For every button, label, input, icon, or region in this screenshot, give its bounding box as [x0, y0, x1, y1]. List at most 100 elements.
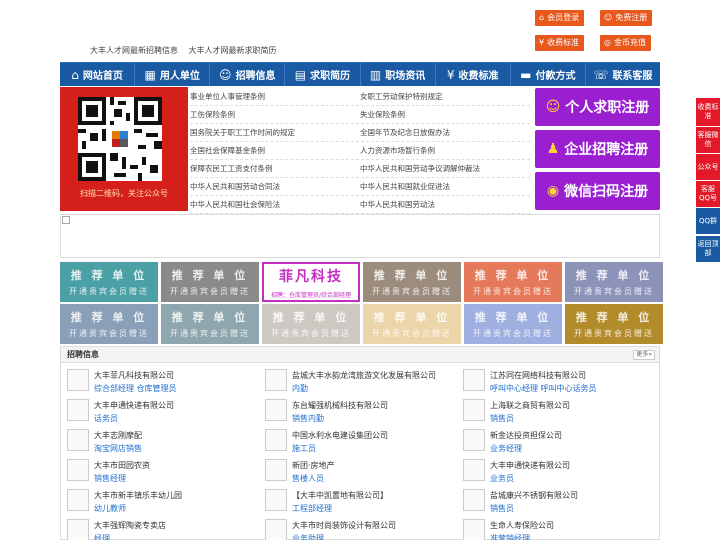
company-name[interactable]: 盐城大丰水韵龙湾旅游文化发展有限公司 — [292, 370, 436, 381]
company-name[interactable]: 上海联之商贸有限公司 — [490, 400, 570, 411]
company-logo[interactable] — [463, 369, 485, 391]
recommend-card[interactable]: 推 荐 单 位开通贵宾会员赠送 — [565, 262, 663, 302]
company-name[interactable]: 江苏同在网络科技有限公司 — [490, 370, 586, 381]
side-official-account-button[interactable]: 公众号 — [696, 154, 720, 180]
company-name[interactable]: 【大丰中凯置地有限公司】 — [292, 490, 388, 501]
law-link[interactable]: 全国社会保障基金条例 — [190, 142, 360, 159]
job-positions[interactable]: 幼儿教师 — [94, 503, 126, 514]
job-positions[interactable]: 工程部经理 — [292, 503, 332, 514]
fee-standard-button[interactable]: ¥ 收费标准 — [535, 35, 585, 51]
latest-jobs-link[interactable]: 大丰人才网最新招聘信息 — [90, 46, 178, 55]
company-name[interactable]: 新金达投资担保公司 — [490, 430, 562, 441]
company-logo[interactable] — [67, 489, 89, 511]
company-name[interactable]: 大丰强辉陶瓷专卖店 — [94, 520, 166, 531]
law-link[interactable]: 中华人民共和国劳动争议调解仲裁法 — [360, 160, 530, 177]
login-button[interactable]: ⌂ 会员登录 — [535, 10, 585, 26]
company-name[interactable]: 新团·房地产 — [292, 460, 335, 471]
recommend-card[interactable]: 推 荐 单 位开通贵宾会员赠送 — [363, 304, 461, 344]
company-logo[interactable] — [463, 459, 485, 481]
company-name[interactable]: 大丰市田园农资 — [94, 460, 150, 471]
law-link[interactable]: 全国年节及纪念日放假办法 — [360, 124, 530, 141]
company-name[interactable]: 大丰申通快递有限公司 — [490, 460, 570, 471]
nav-service[interactable]: ☏ 联系客服 — [586, 63, 660, 86]
company-logo[interactable] — [463, 429, 485, 451]
featured-company-card[interactable]: 菲凡科技 招聘：仓库管理员/综合部经理 — [262, 262, 360, 302]
job-positions[interactable]: 售楼人员 — [292, 473, 324, 484]
company-name[interactable]: 大丰市新丰镇乐丰幼儿园 — [94, 490, 182, 501]
company-logo[interactable] — [265, 459, 287, 481]
job-positions[interactable]: 销售员 — [490, 503, 514, 514]
company-logo[interactable] — [67, 519, 89, 540]
job-positions[interactable]: 业务助理 — [292, 533, 324, 540]
recommend-card[interactable]: 推 荐 单 位开通贵宾会员赠送 — [464, 304, 562, 344]
law-link[interactable]: 保障农民工工资支付条例 — [190, 160, 360, 177]
company-name[interactable]: 中国水利水电建设集团公司 — [292, 430, 388, 441]
side-qq-button[interactable]: 客服QQ号 — [696, 181, 720, 207]
law-link[interactable]: 国务院关于职工工作时间的规定 — [190, 124, 360, 141]
job-positions[interactable]: 淘宝网店销售 — [94, 443, 142, 454]
job-positions[interactable]: 业务员 — [490, 473, 514, 484]
company-name[interactable]: 大丰申通快递有限公司 — [94, 400, 174, 411]
job-positions[interactable]: 准营销经理 — [490, 533, 530, 540]
company-logo[interactable] — [265, 519, 287, 540]
register-button[interactable]: ☺ 免费注册 — [600, 10, 653, 26]
side-wechat-button[interactable]: 客服微信 — [696, 127, 720, 153]
law-link[interactable]: 中华人民共和国就业促进法 — [360, 178, 530, 195]
company-logo[interactable] — [67, 399, 89, 421]
job-positions[interactable]: 业务经理 — [490, 443, 522, 454]
more-link[interactable]: 更多» — [633, 350, 655, 360]
company-logo[interactable] — [67, 459, 89, 481]
nav-jobs[interactable]: ☺ 招聘信息 — [210, 63, 286, 86]
job-positions[interactable]: 销售经理 — [94, 473, 126, 484]
job-positions[interactable]: 经理 — [94, 533, 110, 540]
law-link[interactable]: 失业保险条例 — [360, 106, 530, 123]
recommend-card[interactable]: 推 荐 单 位开通贵宾会员赠送 — [161, 262, 259, 302]
recharge-button[interactable]: ◎ 金币充值 — [600, 35, 651, 51]
back-to-top-button[interactable]: 返回顶部 — [696, 236, 720, 262]
job-positions[interactable]: 话务员 — [94, 413, 118, 424]
recommend-card[interactable]: 推 荐 单 位开通贵宾会员赠送 — [60, 262, 158, 302]
company-logo[interactable] — [67, 429, 89, 451]
company-name[interactable]: 大丰市时尚装饰设计有限公司 — [292, 520, 396, 531]
company-name[interactable]: 大丰菲凡科技有限公司 — [94, 370, 174, 381]
job-positions[interactable]: 施工员 — [292, 443, 316, 454]
company-register-button[interactable]: ♟ 企业招聘注册 — [535, 130, 660, 168]
nav-payment[interactable]: ▬ 付款方式 — [511, 63, 586, 86]
nav-news[interactable]: ▥ 职场资讯 — [361, 63, 436, 86]
nav-employers[interactable]: ▦ 用人单位 — [135, 63, 211, 86]
job-positions[interactable]: 内勤 — [292, 383, 308, 394]
recommend-card[interactable]: 推 荐 单 位开通贵宾会员赠送 — [60, 304, 158, 344]
company-logo[interactable] — [265, 489, 287, 511]
law-link[interactable]: 女职工劳动保护特别规定 — [360, 88, 530, 105]
side-fee-button[interactable]: 收费标准 — [696, 98, 720, 126]
company-name[interactable]: 盐城康兴不锈钢有限公司 — [490, 490, 578, 501]
company-logo[interactable] — [265, 429, 287, 451]
law-link[interactable]: 人力资源市场暂行条例 — [360, 142, 530, 159]
law-link[interactable]: 中华人民共和国劳动合同法 — [190, 178, 360, 195]
job-positions[interactable]: 综合部经理 仓库管理员 — [94, 383, 177, 394]
company-name[interactable]: 东台耀强机械科技有限公司 — [292, 400, 388, 411]
law-link[interactable]: 中华人民共和国劳动法 — [360, 196, 530, 213]
recommend-card[interactable]: 推 荐 单 位开通贵宾会员赠送 — [464, 262, 562, 302]
recommend-card[interactable]: 推 荐 单 位开通贵宾会员赠送 — [161, 304, 259, 344]
company-logo[interactable] — [67, 369, 89, 391]
company-logo[interactable] — [463, 489, 485, 511]
nav-fees[interactable]: ¥ 收费标准 — [436, 63, 511, 86]
job-positions[interactable]: 销售内勤 — [292, 413, 324, 424]
company-logo[interactable] — [265, 399, 287, 421]
job-positions[interactable]: 呼叫中心经理 呼叫中心话务员 — [490, 383, 597, 394]
nav-resumes[interactable]: ▤ 求职简历 — [285, 63, 361, 86]
personal-register-button[interactable]: ☺ 个人求职注册 — [535, 88, 660, 126]
company-name[interactable]: 大丰志刚摩配 — [94, 430, 142, 441]
wechat-register-button[interactable]: ◉ 微信扫码注册 — [535, 172, 660, 210]
company-logo[interactable] — [463, 519, 485, 540]
job-positions[interactable]: 销售员 — [490, 413, 514, 424]
recommend-card[interactable]: 推 荐 单 位开通贵宾会员赠送 — [363, 262, 461, 302]
law-link[interactable]: 中华人民共和国社会保险法 — [190, 196, 360, 213]
company-name[interactable]: 生命人寿保险公司 — [490, 520, 554, 531]
nav-home[interactable]: ⌂ 网站首页 — [60, 63, 136, 86]
recommend-card[interactable]: 推 荐 单 位开通贵宾会员赠送 — [565, 304, 663, 344]
law-link[interactable]: 工伤保险条例 — [190, 106, 360, 123]
recommend-card[interactable]: 推 荐 单 位开通贵宾会员赠送 — [262, 304, 360, 344]
ad-banner[interactable] — [60, 214, 660, 258]
